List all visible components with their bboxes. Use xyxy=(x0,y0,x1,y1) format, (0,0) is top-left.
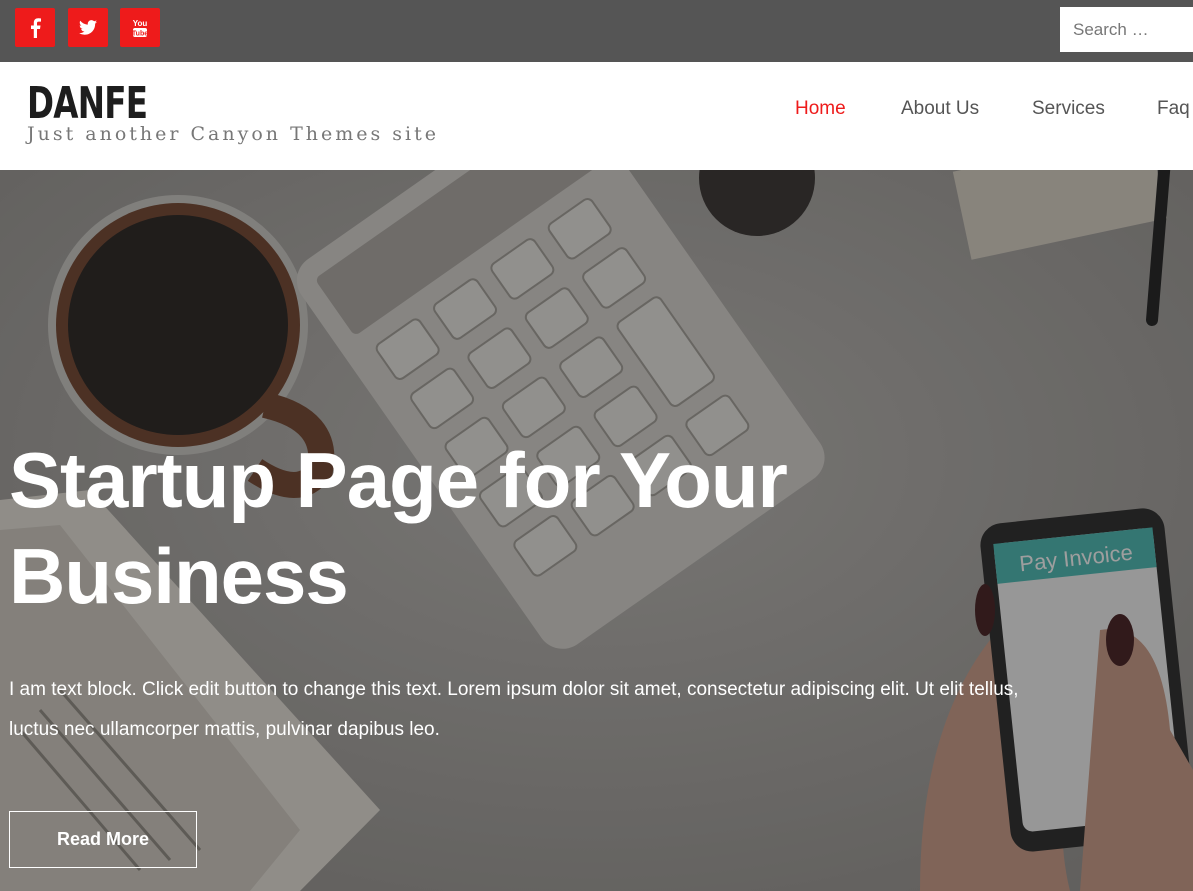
top-bar: You Tube xyxy=(0,0,1193,62)
nav-item-faq[interactable]: Faq xyxy=(1157,98,1190,120)
site-header: DANFE Just another Canyon Themes site Ho… xyxy=(0,62,1193,170)
main-navigation: Home About Us Services Faq xyxy=(0,98,1193,122)
svg-text:Tube: Tube xyxy=(132,30,148,37)
hero-title-line-2: Business xyxy=(9,532,349,620)
hero-description: I am text block. Click edit button to ch… xyxy=(9,679,1019,740)
search-input[interactable] xyxy=(1060,7,1193,52)
read-more-button[interactable]: Read More xyxy=(9,811,197,868)
youtube-icon[interactable]: You Tube xyxy=(120,8,160,47)
nav-item-services[interactable]: Services xyxy=(1032,98,1105,120)
hero-title: Startup Page for Your Business xyxy=(9,432,909,624)
nav-item-home[interactable]: Home xyxy=(795,98,846,120)
twitter-icon[interactable] xyxy=(68,8,108,47)
search-box xyxy=(1060,7,1193,52)
hero-title-line-1: Startup Page for Your xyxy=(9,436,788,524)
svg-text:You: You xyxy=(133,19,148,28)
hero-section: Pay Invoice Startup Page for Your Busine… xyxy=(0,170,1193,891)
facebook-icon[interactable] xyxy=(15,8,55,47)
nav-item-about-us[interactable]: About Us xyxy=(901,98,979,120)
